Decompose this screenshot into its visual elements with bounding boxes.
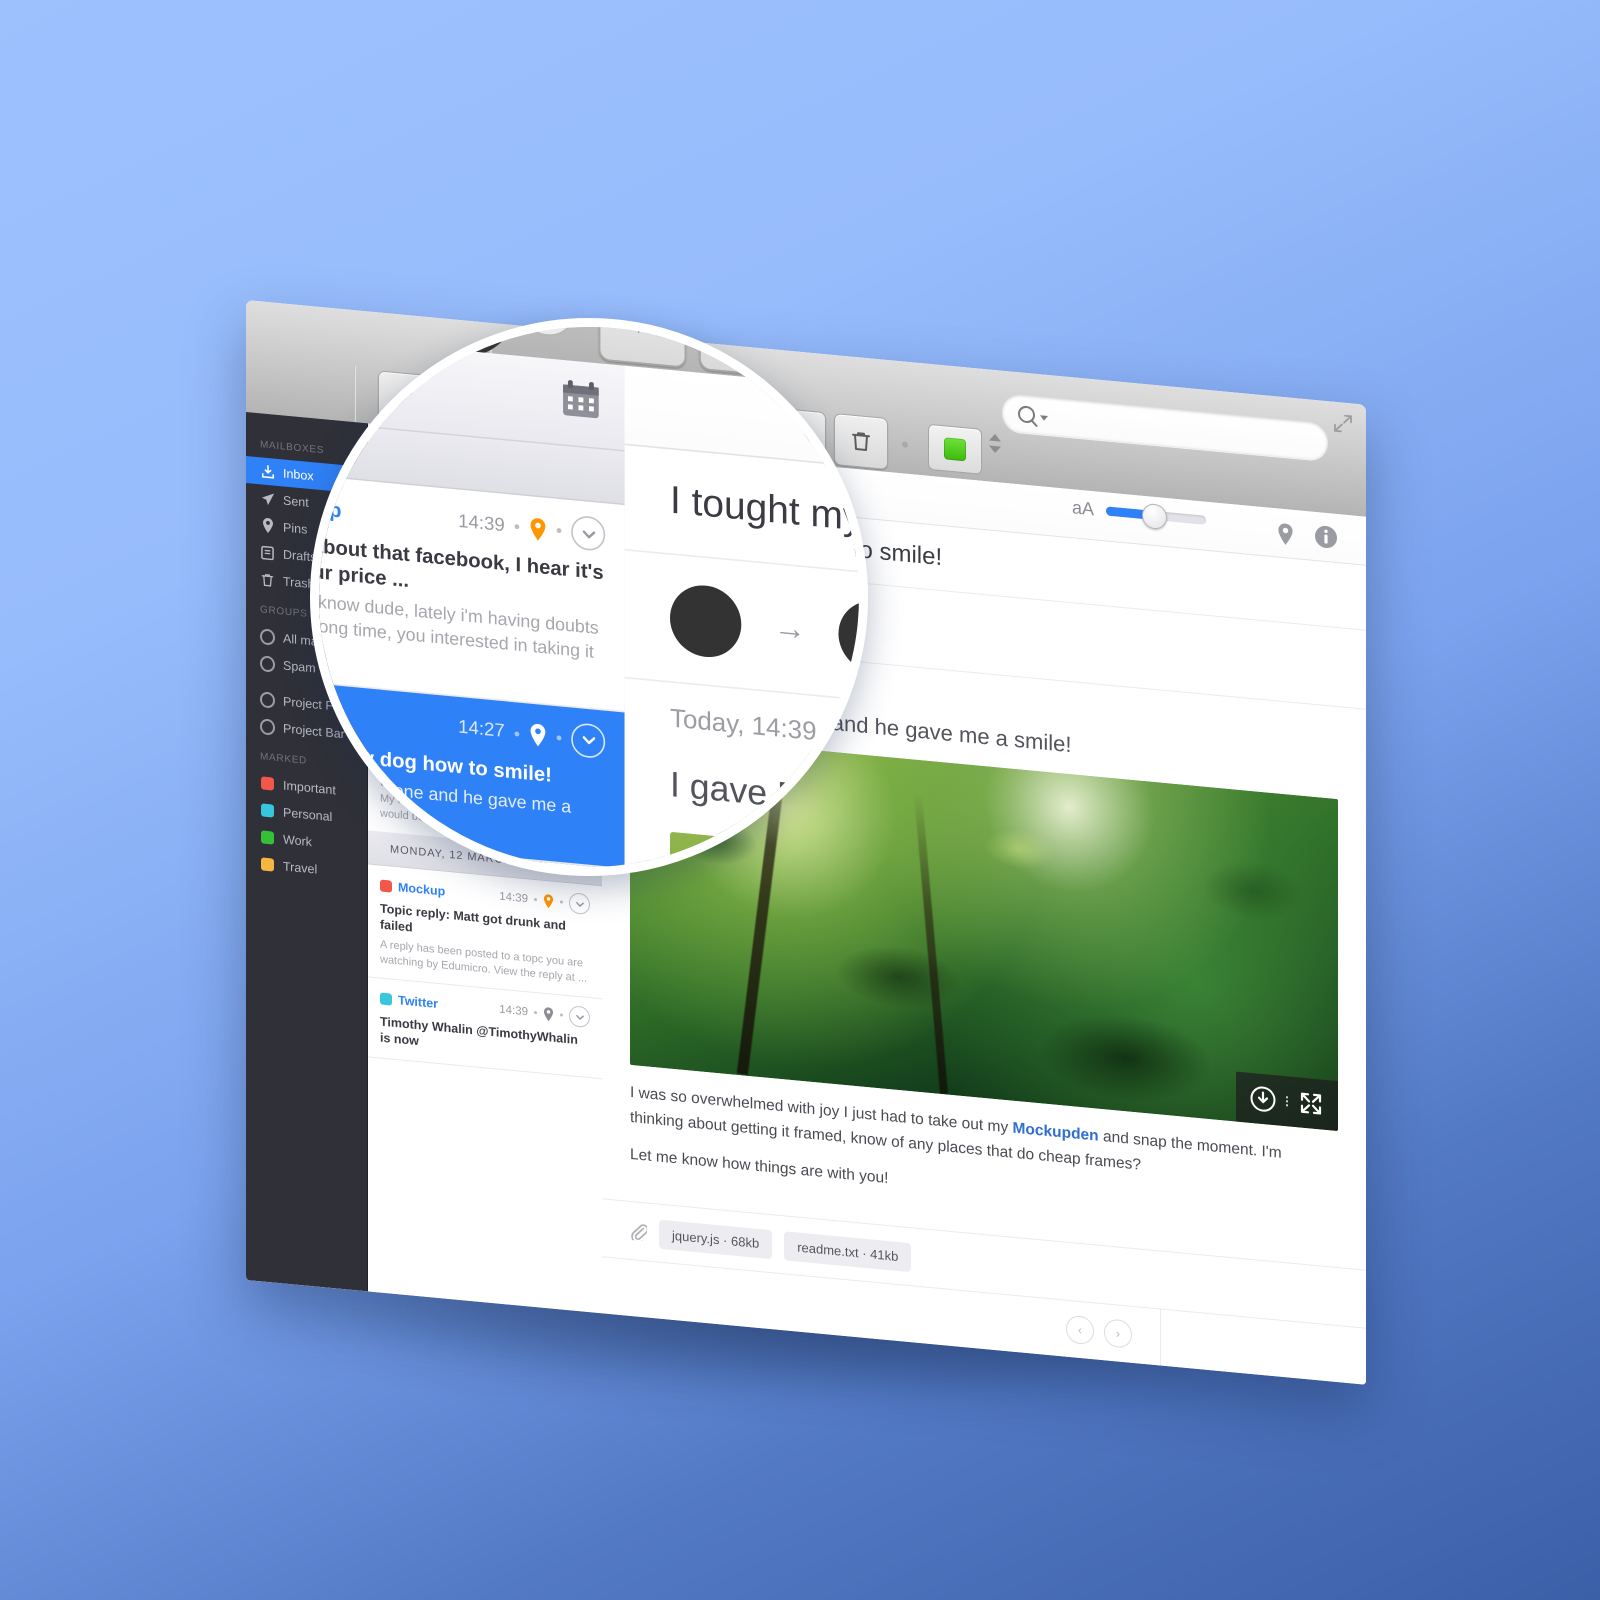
stepper-up-icon[interactable]: [989, 433, 1001, 442]
next-message-button[interactable]: ›: [1104, 1318, 1132, 1349]
sidebar-item-label: Pins: [283, 519, 308, 537]
attachment-chip[interactable]: readme.txt · 41kb: [784, 1230, 912, 1272]
message-list-item[interactable]: Mockup 14:39 Topic reply: Matt got drunk…: [368, 864, 602, 1000]
message-time: 14:27: [458, 718, 505, 743]
message-sender: Mockup: [398, 880, 446, 899]
app-window: MAILBOXES Inbox Sent: [319, 318, 859, 867]
circle-icon: [260, 717, 275, 736]
pin-icon: [260, 517, 275, 534]
sender-avatar[interactable]: [670, 582, 742, 661]
message-actions-button[interactable]: [569, 1005, 590, 1029]
toolbar-dot-separator: [902, 441, 908, 448]
message-actions-button[interactable]: [571, 721, 606, 759]
font-size-label: aA: [1071, 497, 1094, 520]
message-list-item[interactable]: Mockup 14:39 Hey, about that facebook, I…: [319, 469, 625, 713]
message-time: 14:39: [458, 511, 505, 536]
circle-icon: [260, 654, 275, 673]
forward-button[interactable]: [799, 327, 859, 388]
message-list[interactable]: TODAY Mockup 14:39: [319, 330, 627, 867]
download-circle-icon[interactable]: [1250, 1085, 1276, 1113]
draft-icon: [260, 544, 275, 560]
message-actions-button[interactable]: [571, 514, 606, 552]
sidebar-item-label: Inbox: [283, 465, 314, 483]
color-swatch: [260, 856, 275, 872]
trash-icon: [260, 571, 275, 587]
calendar-icon[interactable]: [560, 376, 602, 422]
green-flag-swatch: [944, 437, 966, 462]
search-icon: [1018, 404, 1035, 424]
message-sender: Twitter: [398, 993, 439, 1011]
sidebar-item-label: Spam: [283, 657, 316, 676]
resize-grip-icon[interactable]: [1332, 412, 1354, 436]
pin-icon[interactable]: [543, 1007, 554, 1022]
previous-message-button[interactable]: ‹: [1066, 1314, 1094, 1346]
flag-stepper[interactable]: [988, 433, 1002, 454]
message-time: 14:39: [499, 890, 528, 906]
font-size-slider[interactable]: [1106, 502, 1206, 531]
message-time: 14:39: [499, 1003, 528, 1019]
inbox-icon: [260, 463, 275, 479]
chevron-down-icon: [581, 736, 595, 745]
reply-arrow-icon: [626, 327, 658, 337]
flag-button[interactable]: [928, 423, 982, 475]
pin-icon[interactable]: [529, 723, 547, 747]
chevron-down-icon: [1040, 414, 1048, 421]
sidebar-item-label: Travel: [283, 858, 318, 877]
pin-icon[interactable]: [529, 516, 547, 540]
reply-all-arrow-icon: [720, 327, 764, 347]
arrow-right-icon: →: [773, 608, 807, 648]
circle-icon: [260, 690, 275, 709]
pin-icon[interactable]: [543, 894, 554, 909]
reading-pane: aA I tought my dog how to smile!: [624, 365, 859, 867]
vertical-dots-icon[interactable]: [1286, 1096, 1288, 1107]
send-icon: [260, 490, 275, 506]
chevron-down-icon: [575, 1014, 584, 1020]
magnifier-loupe: MAILBOXES Inbox Sent: [310, 318, 868, 876]
sidebar-item-label: Sent: [283, 492, 309, 510]
reply-button[interactable]: [598, 327, 687, 369]
color-swatch: [260, 802, 275, 818]
chevron-down-icon: [575, 901, 584, 907]
paperclip-icon: [631, 1224, 647, 1242]
circle-icon: [260, 627, 275, 646]
reply-all-button[interactable]: [699, 327, 787, 378]
stepper-down-icon[interactable]: [989, 445, 1001, 454]
mockupden-link[interactable]: Mockupden: [1013, 1120, 1099, 1145]
attachment-chip[interactable]: jquery.js · 68kb: [659, 1219, 773, 1259]
message-marker-swatch: [380, 992, 392, 1006]
info-icon[interactable]: [1314, 524, 1338, 550]
color-swatch: [260, 775, 275, 791]
chevron-down-icon: [581, 529, 595, 538]
message-marker-swatch: [380, 879, 392, 893]
pin-icon[interactable]: [1277, 522, 1294, 546]
slider-knob[interactable]: [1142, 502, 1167, 531]
chevron-down-icon: [535, 318, 559, 320]
forward-arrow-icon: [828, 329, 859, 353]
sidebar-item-label: Work: [283, 831, 312, 849]
photo-toolbar: [1236, 1071, 1338, 1132]
font-size-control[interactable]: aA: [1072, 497, 1206, 531]
color-swatch: [260, 829, 275, 845]
message-actions-button[interactable]: [569, 892, 590, 916]
expand-arrows-icon[interactable]: [1298, 1089, 1324, 1117]
scene: MAILBOXES Inbox Sent Pins Drafts Trash G…: [0, 0, 1600, 1600]
